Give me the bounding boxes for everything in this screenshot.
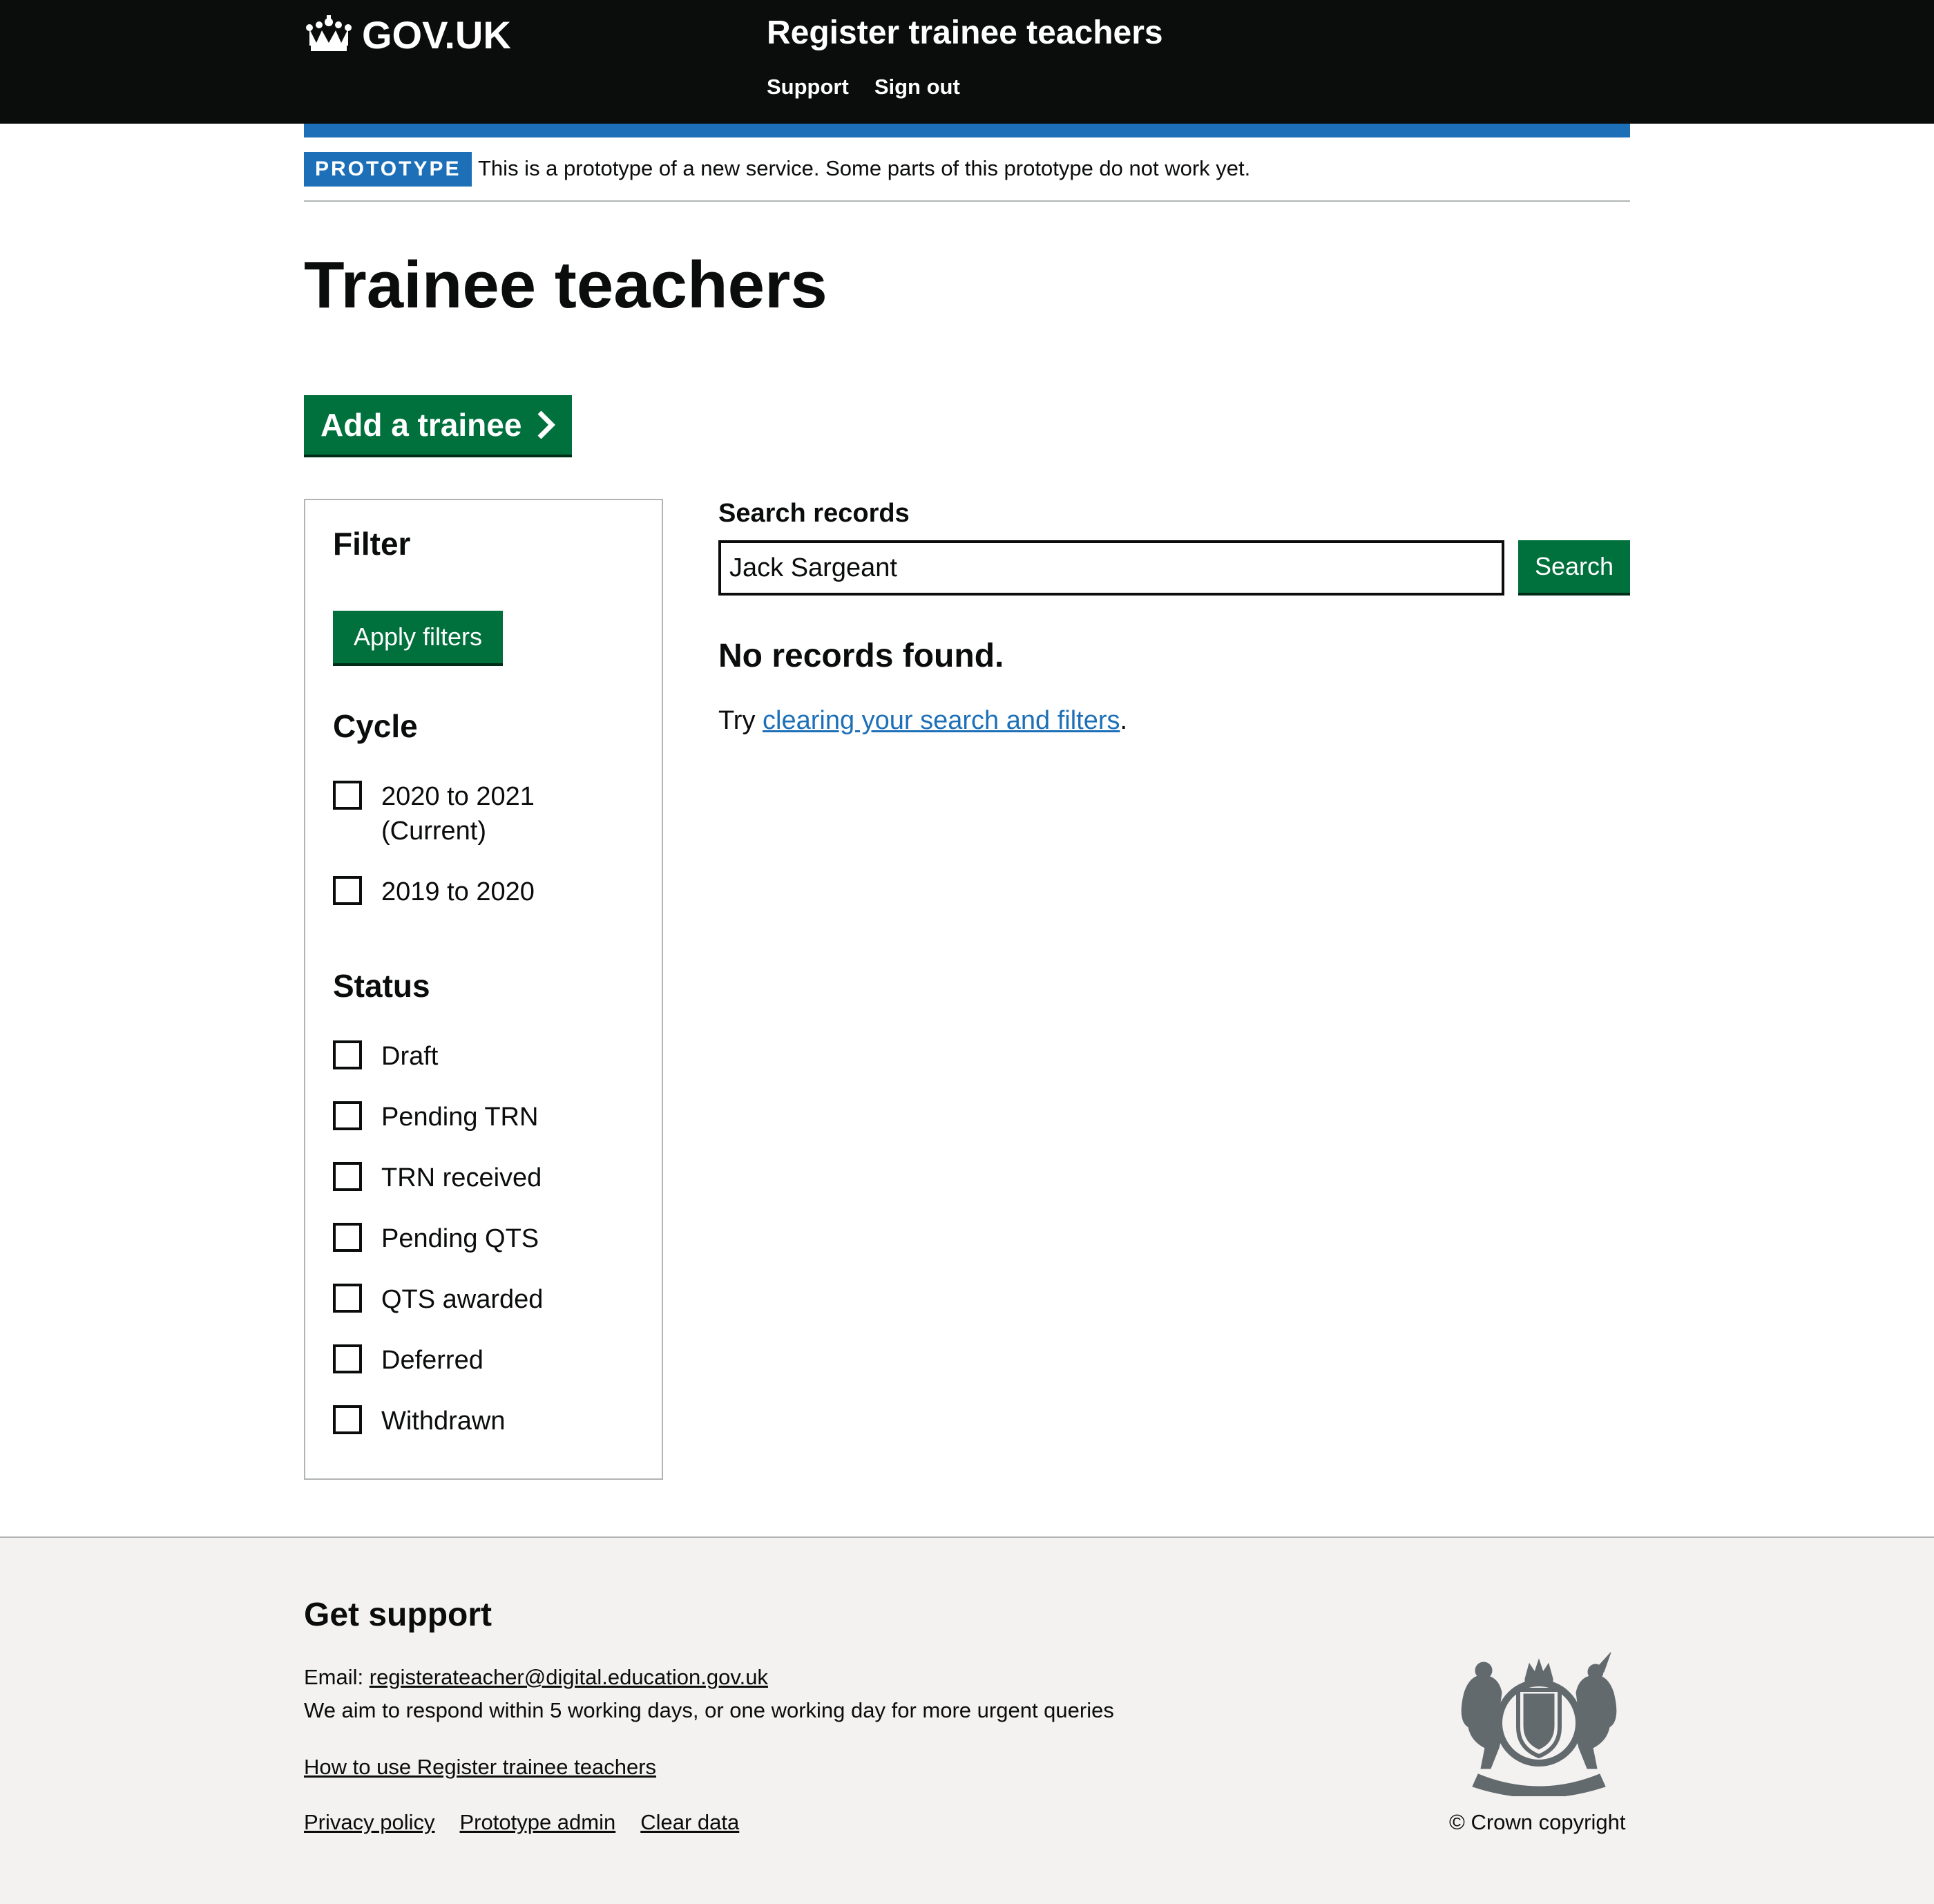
checkbox-box[interactable] <box>333 1344 362 1373</box>
how-to-use-link[interactable]: How to use Register trainee teachers <box>304 1755 656 1780</box>
header-blue-bar <box>304 124 1630 137</box>
checkbox-status-qts-awarded[interactable]: QTS awarded <box>333 1282 543 1317</box>
royal-coat-of-arms-icon <box>1461 1652 1617 1796</box>
footer-response-time: We aim to respond within 5 working days,… <box>304 1698 1114 1722</box>
checkbox-box[interactable] <box>333 1040 362 1069</box>
site-footer: Get support Email: registerateacher@digi… <box>0 1536 1934 1904</box>
status-heading: Status <box>333 968 430 1004</box>
govuk-logo[interactable]: GOV.UK <box>304 12 511 57</box>
checkbox-box[interactable] <box>333 1405 362 1434</box>
footer-email: Email: registerateacher@digital.educatio… <box>304 1665 768 1690</box>
checkbox-label: 2019 to 2020 <box>381 877 535 906</box>
try-suffix: . <box>1120 706 1128 735</box>
checkbox-label: Withdrawn <box>381 1407 506 1436</box>
clear-search-link[interactable]: clearing your search and filters <box>763 706 1120 735</box>
checkbox-box[interactable] <box>333 1284 362 1313</box>
checkbox-cycle-2019-2020[interactable]: 2019 to 2020 <box>333 875 535 909</box>
checkbox-label: Pending TRN <box>381 1103 539 1132</box>
checkbox-status-trn-received[interactable]: TRN received <box>333 1161 542 1195</box>
site-header: GOV.UK Register trainee teachers Support… <box>0 0 1934 124</box>
crown-icon <box>306 15 352 51</box>
apply-filters-button[interactable]: Apply filters <box>333 611 503 663</box>
checkbox-label: Draft <box>381 1042 439 1071</box>
footer-meta-links: Privacy policy Prototype admin Clear dat… <box>304 1810 739 1835</box>
checkbox-label: Pending QTS <box>381 1224 539 1253</box>
checkbox-box[interactable] <box>333 781 362 810</box>
add-trainee-button[interactable]: Add a trainee <box>304 395 572 455</box>
privacy-policy-link[interactable]: Privacy policy <box>304 1810 435 1835</box>
checkbox-label: 2020 to 2021 (Current) <box>381 782 535 846</box>
checkbox-status-pending-qts[interactable]: Pending QTS <box>333 1221 539 1256</box>
email-prefix: Email: <box>304 1665 370 1689</box>
no-records-message: No records found. <box>718 638 1004 674</box>
checkbox-cycle-2020-2021[interactable]: 2020 to 2021 (Current) <box>333 779 561 848</box>
checkbox-status-draft[interactable]: Draft <box>333 1039 438 1074</box>
nav-support[interactable]: Support <box>767 75 849 99</box>
footer-heading: Get support <box>304 1597 492 1633</box>
search-input[interactable] <box>718 540 1504 596</box>
chevron-right-icon <box>537 410 556 439</box>
checkbox-box[interactable] <box>333 1162 362 1191</box>
checkbox-box[interactable] <box>333 876 362 905</box>
prototype-admin-link[interactable]: Prototype admin <box>460 1810 616 1835</box>
filter-panel: Filter Apply filters Cycle 2020 to 2021 … <box>304 499 663 1480</box>
phase-tag: PROTOTYPE <box>304 152 472 187</box>
checkbox-box[interactable] <box>333 1223 362 1252</box>
checkbox-label: QTS awarded <box>381 1285 544 1314</box>
cycle-heading: Cycle <box>333 708 418 744</box>
filter-title: Filter <box>333 526 411 562</box>
add-trainee-label: Add a trainee <box>320 407 522 443</box>
checkbox-status-deferred[interactable]: Deferred <box>333 1343 484 1378</box>
phase-banner: PROTOTYPE This is a prototype of a new s… <box>304 152 1630 202</box>
support-email-link[interactable]: registerateacher@digital.education.gov.u… <box>370 1665 768 1689</box>
crown-copyright[interactable]: © Crown copyright <box>1449 1810 1625 1835</box>
checkbox-box[interactable] <box>333 1101 362 1130</box>
try-clearing-text: Try clearing your search and filters. <box>718 706 1127 736</box>
checkbox-status-pending-trn[interactable]: Pending TRN <box>333 1100 538 1134</box>
header-nav: Support Sign out <box>767 75 960 99</box>
checkbox-label: Deferred <box>381 1346 484 1375</box>
try-prefix: Try <box>718 706 763 735</box>
checkbox-status-withdrawn[interactable]: Withdrawn <box>333 1404 506 1438</box>
nav-sign-out[interactable]: Sign out <box>874 75 960 99</box>
search-label: Search records <box>718 499 910 528</box>
logo-text: GOV.UK <box>362 12 511 57</box>
service-name[interactable]: Register trainee teachers <box>767 14 1163 52</box>
checkbox-label: TRN received <box>381 1163 542 1192</box>
page-title: Trainee teachers <box>304 248 827 322</box>
search-button[interactable]: Search <box>1518 540 1630 593</box>
clear-data-link[interactable]: Clear data <box>640 1810 739 1835</box>
phase-text: This is a prototype of a new service. So… <box>478 156 1251 180</box>
